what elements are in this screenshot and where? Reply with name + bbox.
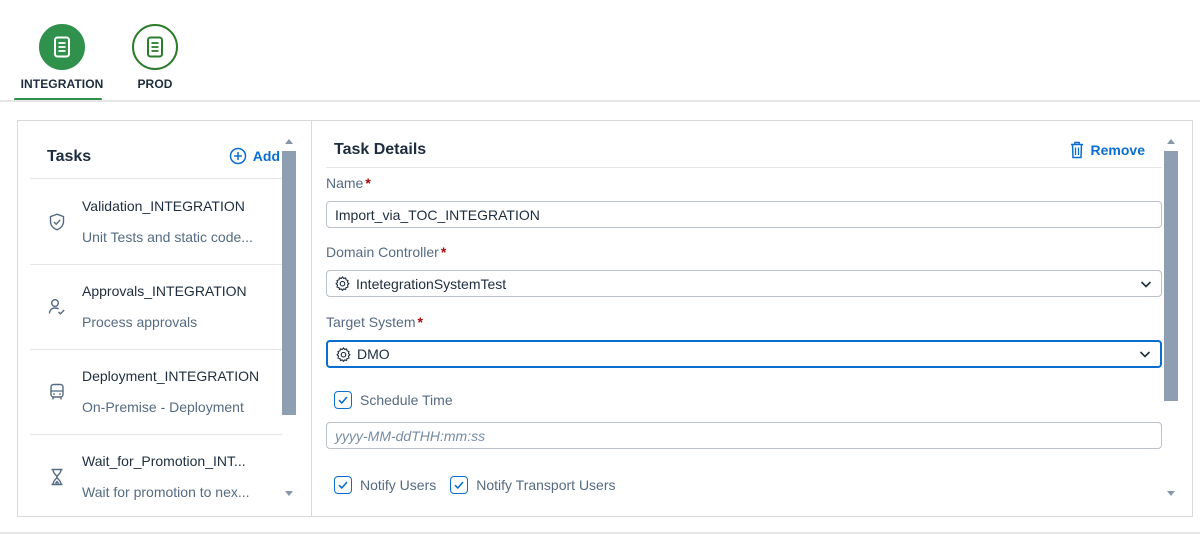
stage-label: PROD — [137, 77, 173, 91]
domain-controller-value: IntetegrationSystemTest — [356, 275, 507, 292]
scroll-up-arrow-icon[interactable] — [285, 139, 293, 144]
scroll-down-arrow-icon[interactable] — [1167, 491, 1175, 496]
domain-controller-label: Domain Controller * — [326, 244, 447, 260]
target-system-select[interactable]: DMO — [326, 340, 1162, 368]
task-details-panel: Task Details Remove Name * Import_via_TOC… — [313, 121, 1193, 516]
checkmark-icon — [338, 396, 348, 405]
name-value: Import_via_TOC_INTEGRATION — [335, 206, 540, 223]
target-system-value: DMO — [357, 346, 390, 362]
scroll-up-arrow-icon[interactable] — [1167, 139, 1175, 144]
gear-icon — [336, 346, 351, 362]
details-divider — [326, 167, 1162, 168]
details-scrollbar[interactable] — [1164, 135, 1178, 505]
task-item-wait-for-promotion[interactable]: Wait_for_Promotion_INT... Wait for promo… — [30, 435, 282, 516]
header-divider — [0, 100, 1200, 102]
schedule-time-option: Schedule Time — [334, 391, 453, 409]
required-marker: * — [365, 175, 371, 191]
task-description: Wait for promotion to nex... — [82, 484, 250, 500]
task-item-approvals[interactable]: Approvals_INTEGRATION Process approvals — [30, 265, 282, 350]
stage-prod[interactable]: PROD — [105, 24, 205, 102]
add-circle-icon — [229, 147, 247, 165]
bus-icon — [48, 383, 66, 401]
task-name: Wait_for_Promotion_INT... — [82, 453, 246, 469]
schedule-time-input[interactable]: yyyy-MM-ddTHH:mm:ss — [326, 422, 1162, 449]
tasks-scrollbar[interactable] — [282, 135, 296, 505]
notify-transport-users-checkbox[interactable] — [450, 476, 469, 494]
notify-transport-users-label: Notify Transport Users — [476, 477, 616, 493]
footer-divider — [0, 532, 1200, 534]
scrollbar-thumb[interactable] — [1164, 151, 1178, 401]
task-name: Validation_INTEGRATION — [82, 198, 245, 214]
notify-users-checkbox[interactable] — [334, 476, 352, 494]
remove-label: Remove — [1090, 142, 1145, 158]
task-item-validation[interactable]: Validation_INTEGRATION Unit Tests and st… — [30, 180, 282, 265]
required-marker: * — [440, 244, 447, 260]
task-description: Unit Tests and static code... — [82, 229, 253, 245]
task-item-deployment[interactable]: Deployment_INTEGRATION On-Premise - Depl… — [30, 350, 282, 435]
stage-bar: INTEGRATION PROD — [0, 0, 1200, 102]
remove-task-button[interactable]: Remove — [1070, 141, 1145, 159]
shield-check-icon — [48, 213, 66, 231]
task-description: On-Premise - Deployment — [82, 399, 244, 415]
user-check-icon — [48, 298, 66, 316]
trash-icon — [1070, 141, 1084, 159]
domain-controller-select[interactable]: IntetegrationSystemTest — [326, 270, 1162, 297]
scroll-down-arrow-icon[interactable] — [285, 491, 293, 496]
task-name: Deployment_INTEGRATION — [82, 368, 260, 384]
document-icon — [39, 24, 85, 70]
notify-options: Notify Users Notify Transport Users — [334, 476, 616, 494]
schedule-time-label: Schedule Time — [360, 392, 453, 408]
checkmark-icon — [454, 481, 464, 490]
required-marker: * — [417, 314, 423, 330]
scrollbar-thumb[interactable] — [282, 151, 296, 415]
tasks-header: Tasks Add — [30, 121, 282, 179]
hourglass-icon — [48, 468, 66, 486]
main-panel: Tasks Add Validation_INTEGRATION Unit Te… — [17, 120, 1193, 517]
stage-label: INTEGRATION — [20, 77, 104, 91]
name-input[interactable]: Import_via_TOC_INTEGRATION — [326, 201, 1162, 228]
name-label: Name * — [326, 175, 371, 191]
add-task-label: Add — [252, 148, 280, 164]
stage-integration[interactable]: INTEGRATION — [12, 24, 112, 102]
document-icon — [132, 24, 178, 70]
target-system-label: Target System * — [326, 314, 423, 330]
chevron-down-icon[interactable] — [1139, 277, 1153, 294]
tasks-list-panel: Tasks Add Validation_INTEGRATION Unit Te… — [18, 121, 312, 516]
task-name: Approvals_INTEGRATION — [82, 283, 247, 299]
schedule-time-checkbox[interactable] — [334, 391, 352, 409]
task-description: Process approvals — [82, 314, 198, 330]
add-task-button[interactable]: Add — [229, 147, 280, 165]
chevron-down-icon[interactable] — [1138, 347, 1152, 364]
schedule-time-placeholder: yyyy-MM-ddTHH:mm:ss — [335, 427, 486, 444]
tasks-title: Tasks — [47, 148, 92, 165]
checkmark-icon — [338, 481, 348, 490]
task-details-title: Task Details — [334, 141, 427, 158]
gear-icon — [335, 276, 350, 291]
notify-users-label: Notify Users — [360, 477, 437, 493]
